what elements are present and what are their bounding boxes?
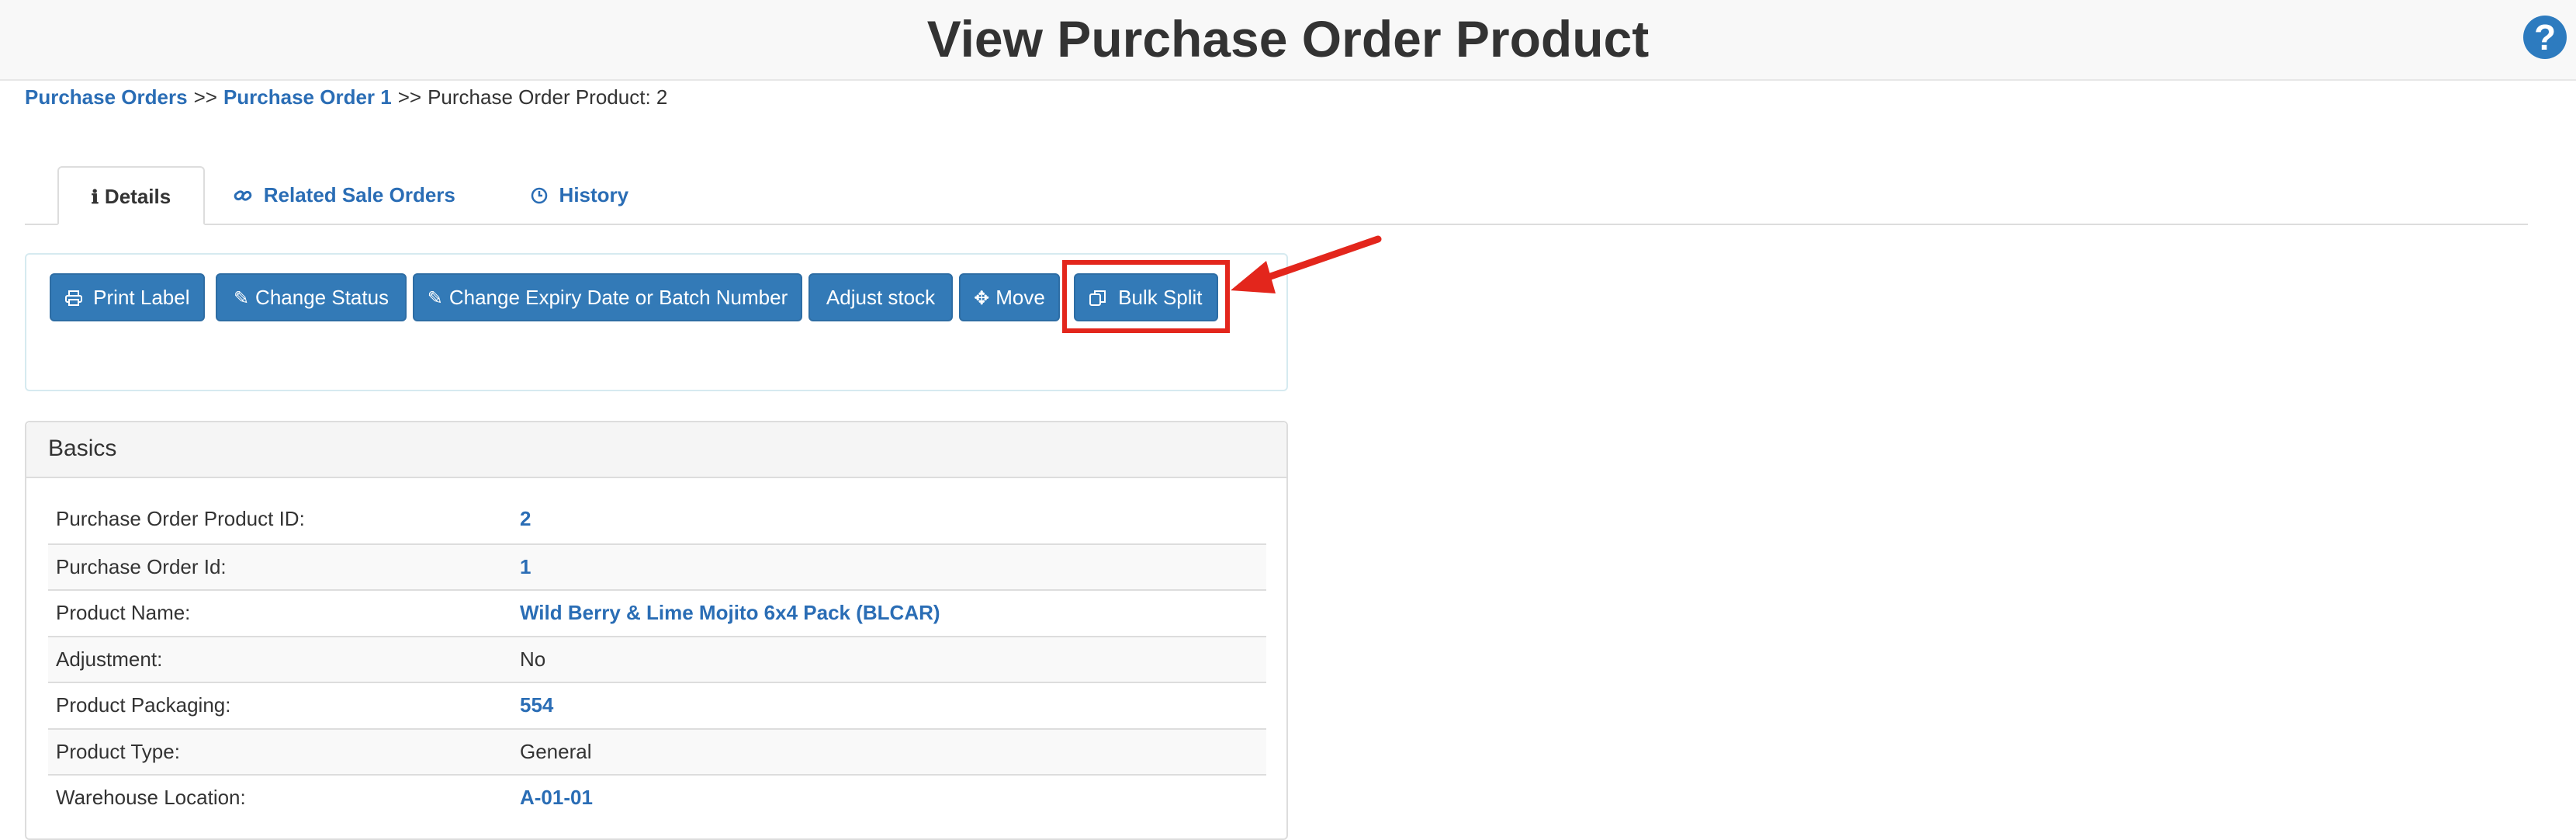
table-row: Purchase Order Product ID: 2 — [48, 497, 1266, 543]
breadcrumb: Purchase Orders >> Purchase Order 1 >> Purch… — [25, 84, 667, 110]
tab-related-sale-orders[interactable]: Related Sale Orders — [228, 166, 461, 225]
pencil-icon: ✎ — [427, 288, 443, 309]
product-name-link[interactable]: Wild Berry & Lime Mojito 6x4 Pack (BLCAR… — [520, 591, 940, 635]
info-icon: ℹ — [91, 187, 99, 208]
tab-history[interactable]: History — [521, 166, 638, 225]
tab-label: Details — [104, 185, 171, 208]
adjust-stock-button[interactable]: Adjust stock — [808, 273, 953, 321]
row-label: Purchase Order Product ID: — [56, 507, 305, 530]
print-label-button[interactable]: Print Label — [50, 273, 205, 321]
button-label: Print Label — [93, 286, 190, 309]
highlight-annotation-box — [1062, 260, 1230, 333]
table-row: Product Type: General — [48, 727, 1266, 774]
warehouse-location-link[interactable]: A-01-01 — [520, 776, 593, 820]
button-label: Move — [995, 286, 1045, 309]
top-bar: View Purchase Order Product ? — [0, 0, 2576, 81]
tab-details[interactable]: ℹ Details — [57, 166, 205, 225]
clock-icon — [531, 186, 553, 207]
move-icon: ✥ — [974, 288, 990, 309]
tab-label: History — [559, 183, 629, 207]
table-row: Product Name: Wild Berry & Lime Mojito 6… — [48, 589, 1266, 636]
breadcrumb-purchase-orders[interactable]: Purchase Orders — [25, 85, 188, 109]
row-label: Warehouse Location: — [56, 786, 246, 809]
annotation-arrow-icon — [1231, 235, 1382, 293]
breadcrumb-separator: >> — [397, 85, 422, 109]
pencil-icon: ✎ — [233, 288, 250, 309]
table-row: Purchase Order Id: 1 — [48, 543, 1266, 589]
page-title: View Purchase Order Product — [926, 10, 1650, 68]
button-label: Change Expiry Date or Batch Number — [448, 286, 788, 309]
table-row: Adjustment: No — [48, 635, 1266, 682]
row-label: Product Type: — [56, 739, 180, 763]
help-icon[interactable]: ? — [2523, 16, 2567, 59]
link-icon — [234, 186, 258, 207]
button-label: Adjust stock — [826, 286, 936, 309]
table-row: Product Packaging: 554 — [48, 682, 1266, 728]
product-packaging-link[interactable]: 554 — [520, 683, 553, 727]
product-type-value: General — [520, 739, 592, 763]
print-icon — [64, 288, 88, 309]
move-button[interactable]: ✥ Move — [959, 273, 1060, 321]
row-label: Product Name: — [56, 601, 191, 624]
basics-table: Purchase Order Product ID: 2 Purchase Or… — [48, 497, 1266, 821]
purchase-order-id-link[interactable]: 1 — [520, 545, 531, 589]
purchase-order-product-id-link[interactable]: 2 — [520, 497, 531, 541]
table-row: Warehouse Location: A-01-01 — [48, 774, 1266, 821]
breadcrumb-purchase-order-1[interactable]: Purchase Order 1 — [223, 85, 392, 109]
button-label: Change Status — [255, 286, 390, 309]
adjustment-value: No — [520, 647, 546, 671]
basics-heading: Basics — [26, 422, 1286, 478]
row-label: Adjustment: — [56, 647, 163, 671]
row-label: Purchase Order Id: — [56, 554, 227, 578]
breadcrumb-separator: >> — [193, 85, 217, 109]
tab-bar: ℹ Details Related Sale Orders History — [25, 166, 2528, 225]
change-status-button[interactable]: ✎ Change Status — [216, 273, 407, 321]
basics-panel: Basics Purchase Order Product ID: 2 Purc… — [25, 421, 1288, 840]
tab-label: Related Sale Orders — [263, 183, 455, 207]
breadcrumb-current: Purchase Order Product: 2 — [428, 85, 668, 109]
change-expiry-batch-button[interactable]: ✎ Change Expiry Date or Batch Number — [413, 273, 802, 321]
row-label: Product Packaging: — [56, 693, 231, 717]
